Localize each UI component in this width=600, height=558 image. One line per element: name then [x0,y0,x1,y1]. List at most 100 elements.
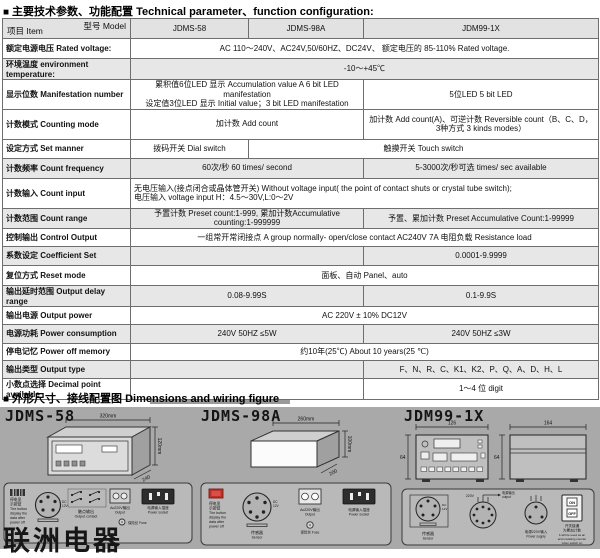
spec-label: 环境温度 environment temperature: [3,59,131,80]
bullet-square-icon: ■ [3,394,9,405]
jdms58-ac-label-en: Output [115,511,125,515]
spec-value: 拨码开关 Dial switch [131,139,249,158]
spec-value: F、N、R、C、K1、K2、P、Q、A、D、H、L [364,360,599,378]
jdms58-note-line: 停电显 [10,497,22,502]
spec-value: 0.0001-9.9999 [364,246,599,265]
spec-value: 予置计数 Preset count:1-999, 累加计数Accumulativ… [131,208,364,228]
spec-table: 型号 Model 项目 Item JDMS-58 JDMS-98A JDM99-… [2,18,599,400]
jdms98a-box-front [251,441,317,467]
jdm99-switch-note: 为累加计数 [563,528,581,533]
jdm99-sensor-label-zh: 传感器 [422,530,434,536]
jdms98a-sensor-label-zh: 传感器 [251,529,263,535]
jdms98a-fuse-label: 保险丝 Fuse [301,530,320,535]
section-title-dimensions: ■外形尺寸、接线配置图 Dimensions and wiring figure [3,390,279,406]
jdms58-contact-label-zh: 触点输出 [78,508,94,514]
jdms58-model-label: JDMS-58 [5,407,75,425]
jdm99-supply-label-en: Power supply [526,535,546,539]
spec-value: 5-3000次/秒可选 times/ sec available [364,158,599,178]
spec-label: 计数范围 Count range [3,208,131,228]
spec-label: 输出电源 Output power [3,306,131,324]
spec-value: 累积值6位LED 显示 Accumulation value A 6 bit L… [131,80,364,110]
jdms58-sub-window [102,446,117,452]
jdms98a-dim-height: 100mm [346,436,352,453]
jdms98a-socket-label-en: Power socket [349,513,369,517]
spec-value: 约10年(25℃) About 10 years(25 ℃) [131,343,599,360]
spec-value: 予置、累加计数 Preset Accumulative Count:1-9999… [364,208,599,228]
jdms58-socket-label-en: Power socket [148,511,168,515]
spec-label: 停电记忆 Power off memory [3,343,131,360]
jdms98a-ac-label-en: Output [305,513,315,517]
jdms98a-ac-label-zh: Ac220V输出 [300,507,320,512]
jdm99-power-connector [525,502,547,524]
header-item-label: 项目 Item [7,25,43,37]
jdms58-box-front [48,437,132,475]
jdm99-switch-off-label: OFF [568,512,576,516]
spec-label: 计数模式 Counting mode [3,109,131,139]
jdm99-display-window [434,439,460,448]
jdm99-switch-note: when switch on [562,541,583,545]
jdms58-note-line: 示按钮 [10,502,22,507]
jdms98a-panel: JDMS-98A 260mm 100mm 200 停电显 示按钮 The but… [197,407,397,547]
jdms98a-power-socket [343,489,375,504]
section1-title-en: Technical parameter、function configurati… [136,6,374,18]
jdms98a-12v-label: 12V [273,504,280,508]
jdm99-side-dim-height: 64 [494,455,500,461]
spec-value [131,360,364,378]
jdms58-dim-depth: 240 [141,474,151,483]
jdms98a-dim-width: 260mm [298,417,315,423]
spec-label: 输出延时范围 Output delay range [3,285,131,306]
spec-label: 额定电源电压 Rated voltage: [3,39,131,59]
jdm99-side-view [510,435,586,479]
jdms58-dim-height: 120mm [156,438,162,455]
jdm99-front-dim-width: 126 [448,421,457,427]
jdms58-fuse-label: 保险丝 Fuse [128,520,147,525]
spec-value: 5位LED 5 bit LED [364,80,599,110]
spec-label: 复位方式 Reset mode [3,265,131,285]
jdms58-power-socket [142,489,174,504]
header-col-jdm99-1x: JDM99-1X [364,19,599,39]
spec-value: 0.1-9.9S [364,285,599,306]
jdms98a-note-line: The button [209,511,226,515]
header-col-jdms98a: JDMS-98A [249,19,364,39]
spec-label: 设定方式 Set manner [3,139,131,158]
jdms98a-model-label: JDMS-98A [201,407,281,425]
jdms98a-socket-label-zh: 电源输入插座 [348,507,370,512]
spec-value: AC 220V ± 10% DC12V [131,306,599,324]
spec-label: 电源功耗 Power consumption [3,324,131,343]
jdms58-contact-label-en: Output contact [75,515,98,519]
jdm99-front-dim-height: 64 [400,455,406,461]
header-col-jdms58: JDMS-58 [131,19,249,39]
jdm99-panel: JDM99-1X 126 64 164 64 [398,407,598,547]
spec-value: 加计数 Add count [131,109,364,139]
spec-value: 面板、自动 Panel、auto [131,265,599,285]
jdms58-12v-label: 12V [62,504,69,508]
jdms58-dim-width: 320mm [100,414,117,420]
spec-label: 显示位数 Manifestation number [3,80,131,110]
spec-value: 60次/秒 60 times/ second [131,158,364,178]
jdm99-output-label-en: output [502,495,511,499]
jdms58-ac-label-zh: Ac220V输出 [110,505,130,510]
jdm99-switch-note: 开关接通 [565,523,580,528]
jdms58-note-line: The button [10,507,27,511]
jdms58-socket-label-zh: 电源输入插座 [147,505,169,510]
spec-value: 一组常开常闭接点 A group normally- open/close co… [131,228,599,246]
section1-title-zh: 主要技术参数、功能配置 [12,6,133,18]
jdms98a-note-line: 示按钮 [209,506,221,511]
bullet-square-icon: ■ [3,7,9,18]
jdm99-model-label: JDM99-1X [404,407,484,425]
spec-label: 系数设定 Coefficient Set [3,246,131,265]
spec-value: 加计数 Add count(A)、可逆计数 Reversible count（B… [364,109,599,139]
jdms98a-note-line: 停电显 [209,501,221,506]
datasheet-page: ■主要技术参数、功能配置 Technical parameter、functio… [0,0,600,558]
section2-title-en: Dimensions and wiring figure [125,393,279,405]
jdm99-switch-on-label: ON [569,500,575,505]
spec-label: 计数输入 Count input [3,178,131,208]
spec-value [131,246,364,265]
spec-value: 240V 50HZ ≤5W [131,324,364,343]
spec-value: -10～+45℃ [131,59,599,80]
section-title-parameters: ■主要技术参数、功能配置 Technical parameter、functio… [3,3,374,19]
spec-value: 240V 50HZ ≤3W [364,324,599,343]
jdms98a-note-line: data after [209,520,225,524]
spec-label: 计数频率 Count frequency [3,158,131,178]
jdm99-side-dim-width: 164 [544,421,553,427]
